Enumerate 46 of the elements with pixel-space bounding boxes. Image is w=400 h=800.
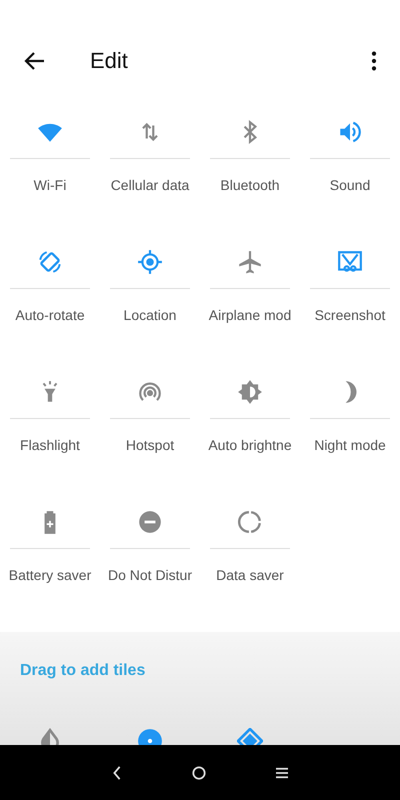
tile-label: Airplane mod [208, 306, 292, 325]
tile[interactable]: Do Not Distur [100, 494, 200, 624]
tile[interactable]: Battery saver [0, 494, 100, 624]
tile[interactable]: Location [100, 234, 200, 364]
tile[interactable]: Sound [300, 104, 400, 234]
tile-label: Battery saver [8, 566, 92, 585]
tile[interactable]: Hotspot [100, 364, 200, 494]
scissors-icon [337, 248, 363, 275]
tile-label: Wi-Fi [34, 176, 66, 195]
tile-label: Data saver [216, 566, 284, 585]
brightness-icon [237, 378, 263, 405]
more-icon [371, 50, 377, 72]
tile[interactable]: Airplane mod [200, 234, 300, 364]
minus-circle-icon [137, 508, 163, 535]
data-saver-icon [237, 508, 263, 535]
menu-icon [276, 766, 288, 778]
tile[interactable]: Cellular data [100, 104, 200, 234]
tile-label: Night mode [314, 436, 386, 455]
tray-title: Drag to add tiles [20, 661, 146, 681]
tile[interactable]: Bluetooth [200, 104, 300, 234]
tile[interactable]: Auto-rotate [0, 234, 100, 364]
location-icon [137, 248, 163, 275]
tile[interactable]: Data saver [200, 494, 300, 624]
tile-label: Auto brightne [208, 436, 292, 455]
tile-label: Sound [330, 176, 370, 195]
tile-label: Location [124, 306, 176, 325]
tile-label: Bluetooth [220, 176, 280, 195]
tile[interactable]: Screenshot [300, 234, 400, 364]
tile-label: Hotspot [126, 436, 174, 455]
recents-button[interactable] [276, 766, 288, 778]
tile-label: Auto-rotate [15, 306, 85, 325]
airplane-icon [237, 248, 263, 275]
back-nav-button[interactable] [112, 766, 122, 780]
tile[interactable]: Night mode [300, 364, 400, 494]
tile[interactable]: Wi-Fi [0, 104, 100, 234]
tile-label: Cellular data [110, 176, 190, 195]
tile-label: Flashlight [20, 436, 80, 455]
home-button[interactable] [192, 766, 206, 780]
tile-label: Do Not Distur [108, 566, 192, 585]
tile[interactable]: Flashlight [0, 364, 100, 494]
tile[interactable]: Auto brightne [200, 364, 300, 494]
page-title: Edit [90, 47, 128, 76]
tile-label: Screenshot [314, 306, 386, 325]
back-chevron-icon [112, 766, 122, 780]
rotate-icon [37, 248, 63, 275]
home-circle-icon [192, 766, 206, 780]
